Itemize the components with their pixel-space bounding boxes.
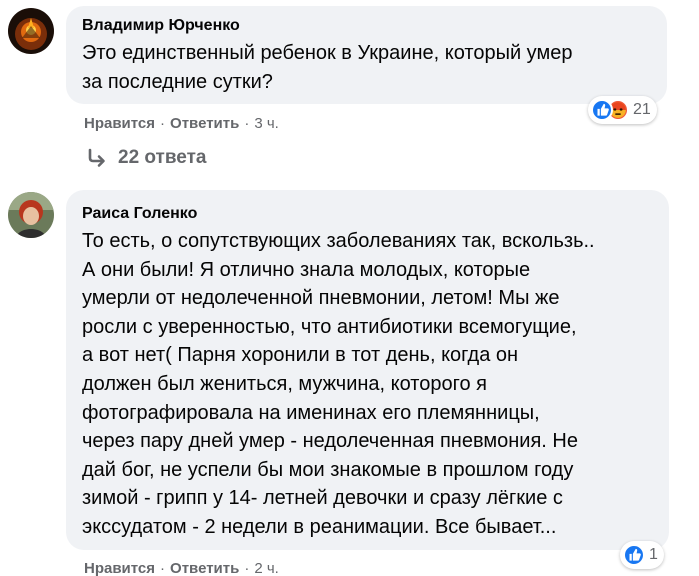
- comment-bubble: Владимир Юрченко Это единственный ребено…: [66, 6, 667, 104]
- separator: ·: [160, 115, 166, 132]
- separator: ·: [160, 560, 166, 576]
- comment-timestamp[interactable]: 3 ч.: [254, 115, 279, 132]
- avatar[interactable]: [8, 192, 54, 238]
- comments-feed: Владимир Юрченко Это единственный ребено…: [0, 0, 699, 576]
- like-icon: [591, 99, 613, 121]
- comment-actions: Нравится · Ответить · 3 ч.: [84, 115, 279, 132]
- reply-button[interactable]: Ответить: [170, 560, 239, 576]
- separator: ·: [244, 115, 250, 132]
- reaction-count: 1: [649, 546, 658, 563]
- avatar[interactable]: [8, 8, 54, 54]
- reaction-count: 21: [633, 101, 651, 118]
- like-button[interactable]: Нравится: [84, 560, 155, 576]
- comment-actions: Нравится · Ответить · 2 ч.: [84, 560, 279, 576]
- comment-text: Это единственный ребенок в Украине, кото…: [82, 42, 573, 93]
- replies-count-label: 22 ответа: [118, 147, 207, 168]
- comment-bubble: Раиса Голенко То есть, о сопутствующих з…: [66, 190, 669, 550]
- comment-timestamp[interactable]: 2 ч.: [254, 560, 279, 576]
- separator: ·: [244, 560, 250, 576]
- reply-arrow-icon: [88, 148, 105, 167]
- like-button[interactable]: Нравится: [84, 115, 155, 132]
- comment-author[interactable]: Владимир Юрченко: [82, 17, 240, 35]
- comment-author[interactable]: Раиса Голенко: [82, 205, 197, 223]
- reactions-summary[interactable]: 21: [588, 96, 657, 124]
- view-replies-button[interactable]: 22 ответа: [86, 147, 206, 169]
- reply-button[interactable]: Ответить: [170, 115, 239, 132]
- like-icon: [623, 544, 645, 566]
- comment-text: То есть, о сопутствующих заболеваниях та…: [82, 230, 595, 538]
- reactions-summary[interactable]: 1: [620, 541, 664, 569]
